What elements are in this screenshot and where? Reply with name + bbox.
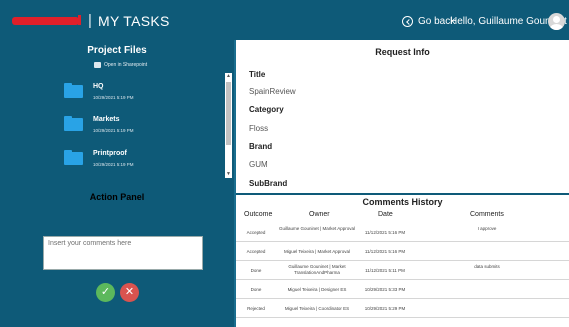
field-label-subbrand: SubBrand: [249, 179, 288, 188]
project-file-list: HQ 10/29/2021 5:19 PM Markets 10/29/2021…: [0, 75, 225, 175]
row-comments: I approve: [477, 226, 497, 231]
row-owner: Miguel Teixeira | Coordinator ES: [284, 306, 350, 311]
row-outcome: Accepted: [246, 249, 266, 254]
request-info-title: Request Info: [375, 47, 430, 57]
row-outcome: Done: [250, 268, 262, 273]
row-outcome: Done: [250, 287, 262, 292]
file-date: 10/29/2021 5:19 PM: [93, 162, 134, 167]
row-outcome: Accepted: [246, 230, 266, 235]
row-outcome: Rejected: [247, 306, 265, 311]
column-header-comments: Comments: [470, 211, 504, 218]
file-item-printproof[interactable]: Printproof 10/29/2021 5:19 PM: [64, 150, 214, 170]
file-list-scrollbar[interactable]: ▲ ▼: [225, 73, 232, 178]
sharepoint-icon: [94, 62, 101, 68]
check-icon: ✓: [100, 286, 111, 298]
row-date: 11/12/2021 5:16 PM: [364, 230, 406, 235]
file-name: Printproof: [93, 150, 127, 157]
row-date: 11/12/2021 5:11 PM: [365, 268, 405, 273]
comments-history-divider: [236, 193, 569, 195]
scroll-down-icon[interactable]: ▼: [225, 171, 232, 178]
table-row: Accepted Miguel Teixeira | Market Approv…: [236, 241, 569, 261]
folder-icon: [64, 83, 83, 98]
field-value-title: SpainReview: [249, 87, 296, 96]
table-row: Done Miguel Teixeira | Designer ES 10/29…: [236, 279, 569, 299]
folder-icon: [64, 116, 83, 131]
file-name: HQ: [93, 83, 104, 90]
scroll-up-icon[interactable]: ▲: [225, 73, 232, 80]
column-header-outcome: Outcome: [244, 211, 273, 218]
field-value-brand: GUM: [249, 160, 268, 169]
close-icon: ✕: [124, 286, 135, 298]
go-back-button[interactable]: Go back: [402, 16, 455, 27]
project-files-title: Project Files: [87, 45, 147, 56]
comments-history-title: Comments History: [362, 197, 443, 207]
field-value-category: Floss: [249, 124, 269, 133]
header-separator: |: [88, 12, 92, 29]
file-date: 10/29/2021 5:19 PM: [93, 128, 134, 133]
action-panel-title: Action Panel: [89, 192, 145, 202]
field-label-category: Category: [249, 105, 284, 114]
file-item-markets[interactable]: Markets 10/29/2021 5:19 PM: [64, 116, 214, 136]
file-date: 10/29/2021 5:19 PM: [93, 95, 134, 100]
avatar[interactable]: [548, 13, 565, 30]
folder-icon: [64, 150, 83, 165]
row-owner: Guillaume Gouninet | Market Approval: [279, 226, 355, 231]
brand-logo-redacted: [12, 17, 79, 25]
row-date: 11/12/2021 5:16 PM: [364, 249, 406, 254]
row-owner: Miguel Teixeira | Designer ES: [287, 287, 347, 292]
field-label-brand: Brand: [249, 142, 273, 151]
row-date: 10/29/2021 5:33 PM: [364, 287, 406, 292]
table-row: Done Guillaume Gouninet | Market Transla…: [236, 260, 569, 280]
approve-button[interactable]: ✓: [96, 283, 115, 302]
back-arrow-icon: [402, 16, 413, 27]
column-header-date: Date: [378, 211, 393, 218]
app-header: | MY TASKS Go back Hello, Guillaume Goun…: [0, 0, 569, 40]
comment-input[interactable]: [43, 236, 203, 270]
sharepoint-link-label: Open in Sharepoint: [104, 62, 148, 68]
scrollbar-thumb[interactable]: [226, 82, 231, 145]
column-header-owner: Owner: [309, 211, 330, 218]
table-row: Accepted Guillaume Gouninet | Market App…: [236, 222, 569, 242]
field-label-title: Title: [249, 70, 266, 79]
left-panel: Project Files Open in Sharepoint HQ 10/2…: [0, 40, 234, 327]
row-comments: data submits: [474, 264, 500, 269]
file-name: Markets: [93, 116, 120, 123]
row-owner: Miguel Teixeira | Market Approval: [283, 249, 351, 254]
brand-logo-redacted-tail: [78, 15, 81, 25]
page-title: MY TASKS: [98, 13, 170, 29]
file-item-hq[interactable]: HQ 10/29/2021 5:19 PM: [64, 83, 214, 103]
row-owner: Guillaume Gouninet | Market TranslationA…: [288, 264, 346, 275]
open-in-sharepoint-link[interactable]: Open in Sharepoint: [94, 62, 147, 68]
row-date: 10/29/2021 5:29 PM: [364, 306, 406, 311]
reject-button[interactable]: ✕: [120, 283, 139, 302]
table-row: Rejected Miguel Teixeira | Coordinator E…: [236, 298, 569, 318]
